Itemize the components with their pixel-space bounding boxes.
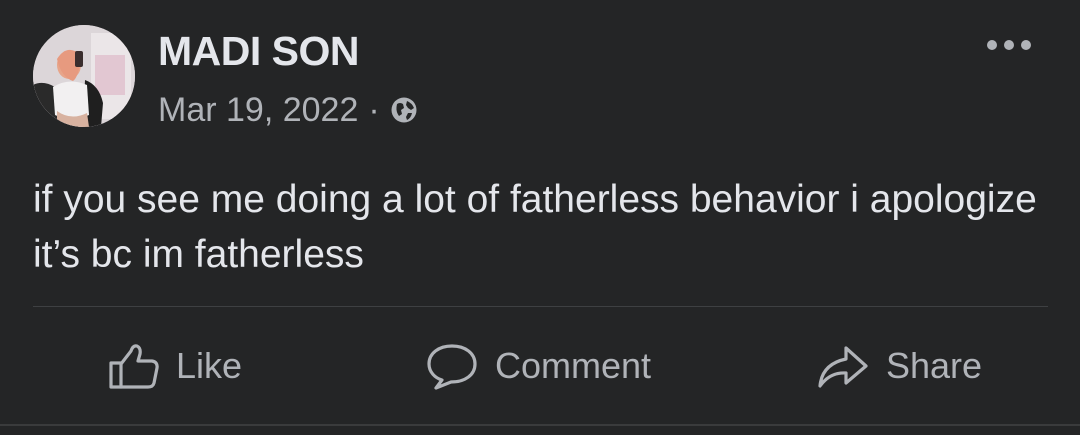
post-meta: Mar 19, 2022 · [158,90,418,130]
share-icon [818,346,868,388]
author-name[interactable]: MADI SON [158,28,360,75]
comment-icon [427,344,477,390]
avatar[interactable] [33,25,135,127]
thumbs-up-icon [109,344,159,389]
divider [33,306,1048,307]
more-options-button[interactable] [984,30,1034,60]
more-options-icon [987,40,1031,50]
post-actions: Like Comment Share [0,330,1080,402]
post-text: if you see me doing a lot of fatherless … [33,178,1037,276]
meta-separator: · [368,90,380,129]
like-button[interactable]: Like [108,330,242,402]
share-button[interactable]: Share [816,330,982,402]
comment-button[interactable]: Comment [425,330,651,402]
comment-label: Comment [495,345,652,386]
post-date[interactable]: Mar 19, 2022 [158,91,358,130]
globe-icon [391,97,417,123]
bottom-divider [0,424,1080,426]
share-label: Share [886,345,983,386]
like-label: Like [176,345,243,386]
post-card: MADI SON Mar 19, 2022 · if you see me do… [0,0,1080,435]
avatar-photo [33,25,135,127]
